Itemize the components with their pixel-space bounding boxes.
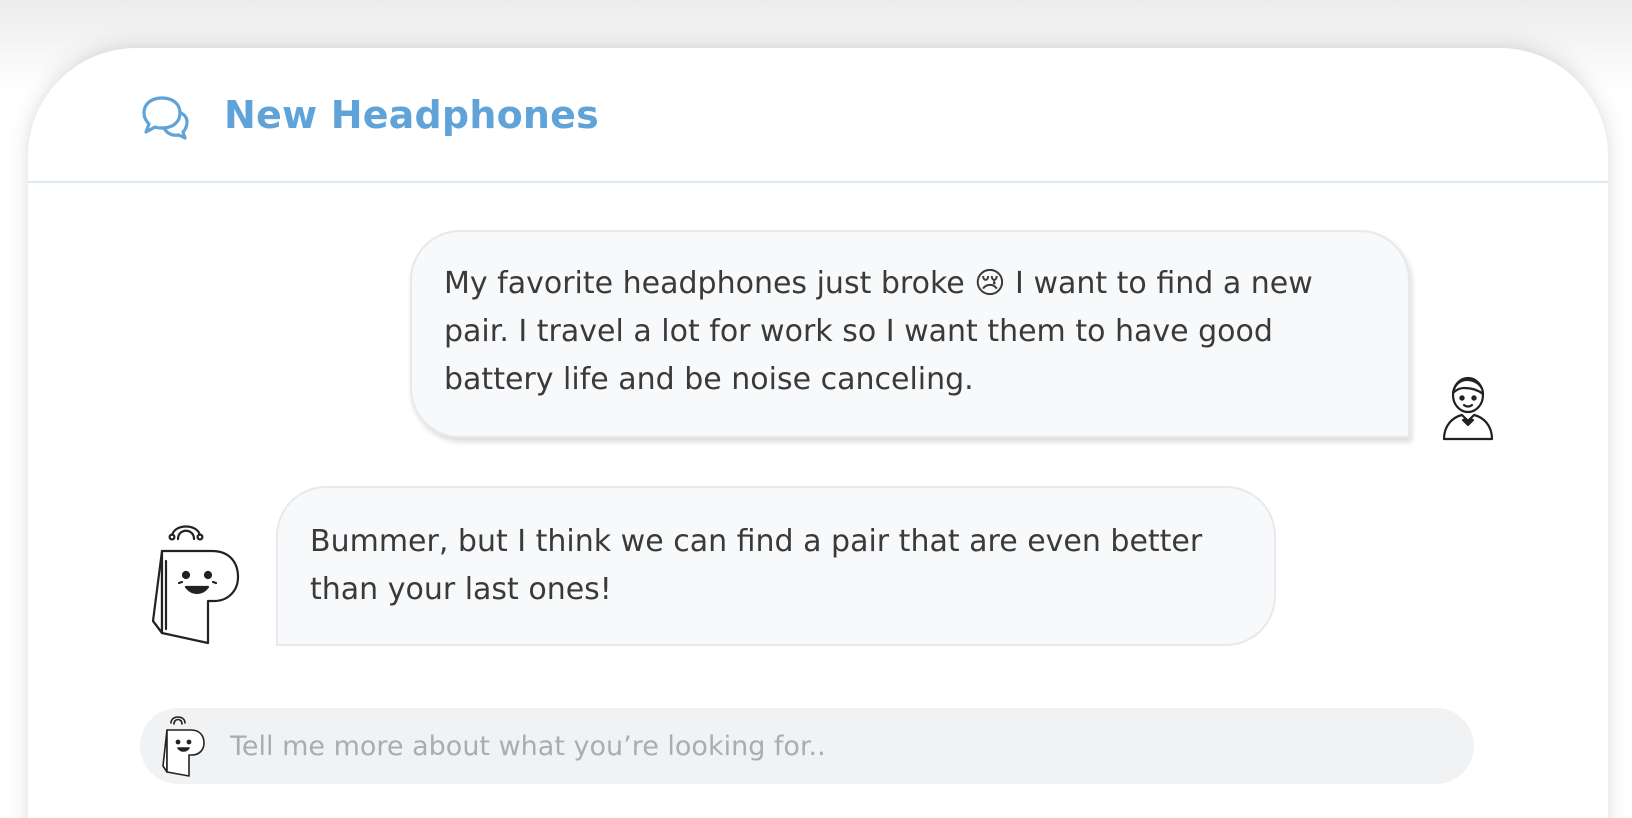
app-stage: New Headphones My favorite headphones ju…: [0, 0, 1632, 818]
user-avatar-icon: [1438, 373, 1498, 441]
assistant-message-bubble: Bummer, but I think we can find a pair t…: [276, 486, 1276, 646]
user-message-text: My favorite headphones just broke 😢 I wa…: [444, 266, 1313, 397]
chat-window: New Headphones My favorite headphones ju…: [28, 48, 1608, 818]
assistant-message-text: Bummer, but I think we can find a pair t…: [310, 524, 1203, 607]
chat-bubbles-icon: [140, 94, 190, 140]
message-composer[interactable]: [140, 708, 1474, 784]
page-title: New Headphones: [224, 93, 599, 137]
assistant-avatar-icon: [150, 521, 248, 645]
chat-header: New Headphones: [28, 48, 1608, 183]
shopping-bag-mascot-icon: [160, 714, 210, 778]
message-input[interactable]: [230, 722, 1430, 770]
user-message-bubble: My favorite headphones just broke 😢 I wa…: [410, 230, 1410, 438]
